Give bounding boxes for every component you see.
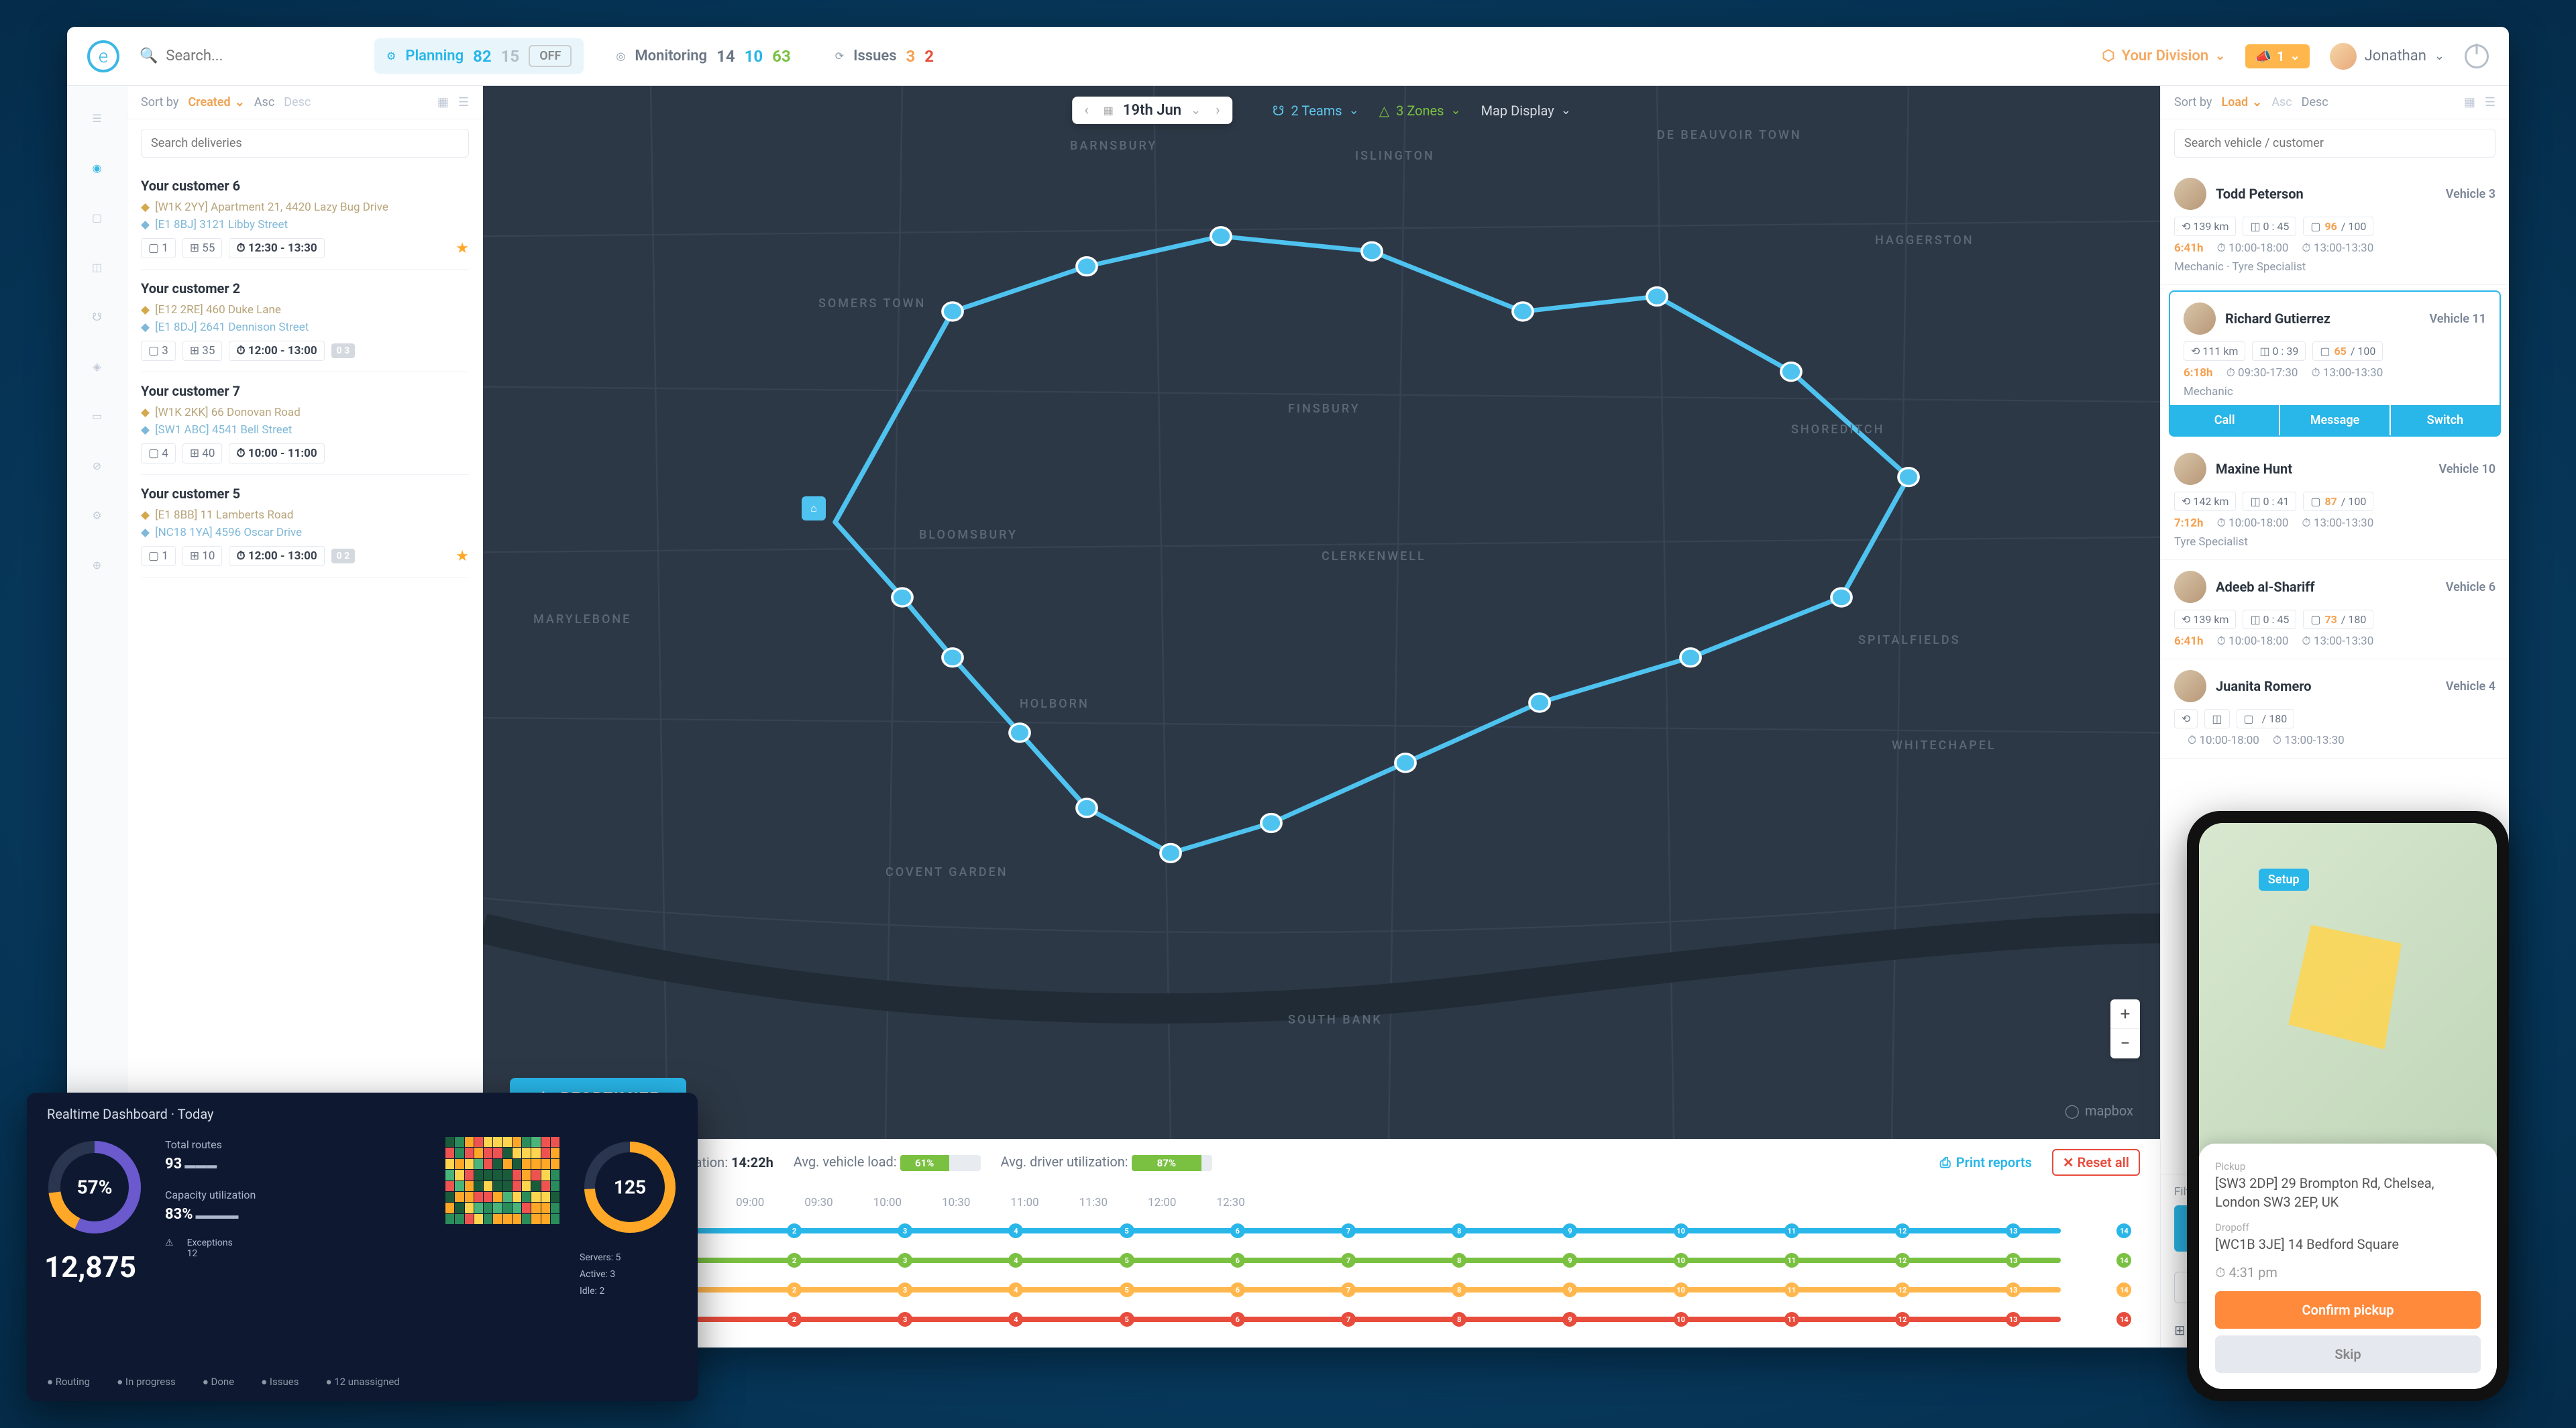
sort-asc[interactable]: Asc: [254, 95, 274, 109]
megaphone-icon: 📣: [2255, 48, 2271, 64]
calendar-icon[interactable]: ▦: [1104, 104, 1114, 117]
timeline-row[interactable]: 1234567891011121314: [503, 1305, 2140, 1334]
grid-icon[interactable]: ▦: [437, 95, 449, 109]
compass-icon[interactable]: ◉: [85, 156, 109, 180]
customer-card[interactable]: Your customer 2 ◆[E12 2RE] 460 Duke Lane…: [141, 270, 469, 372]
driver-card[interactable]: Todd PetersonVehicle 3 ⟲ 139 km◫ 0 : 45▢…: [2161, 167, 2509, 285]
map-canvas[interactable]: ⌂ BARNSBURY ISLINGTON DE BEAUVOIR TOWN H…: [483, 86, 2160, 1139]
zoom-out[interactable]: −: [2110, 1029, 2140, 1058]
left-panel-header: Sort by Created ⌄ Asc Desc ▦ ☰: [127, 86, 482, 119]
phone-setup-badge[interactable]: Setup: [2259, 869, 2309, 891]
search-input[interactable]: [166, 48, 327, 64]
globe-icon[interactable]: ⊕: [85, 553, 109, 577]
nav-issues[interactable]: ⟳ Issues 3 2: [823, 40, 946, 72]
stats-row: Total length: 421km Total duration: 14:2…: [483, 1139, 2160, 1185]
users-icon[interactable]: ☋: [85, 305, 109, 329]
zones-dropdown[interactable]: △3 Zones⌄: [1379, 103, 1461, 119]
sort-desc[interactable]: Desc: [284, 95, 311, 109]
date-navigator: ‹ ▦ 19th Jun ⌄ ›: [1072, 97, 1232, 124]
org-icon: ⬡: [2102, 48, 2114, 64]
driver-action-switch[interactable]: Switch: [2391, 405, 2500, 435]
timeline-row[interactable]: 50% 1234567891011121314: [503, 1216, 2140, 1246]
list-icon[interactable]: ☰: [458, 95, 469, 109]
power-icon[interactable]: [2465, 44, 2489, 68]
global-search[interactable]: 🔍: [140, 48, 354, 64]
route-icon: ⚙: [386, 50, 396, 62]
map-attribution: ◯ mapbox: [2065, 1103, 2133, 1119]
chevron-down-icon: ⌄: [2215, 49, 2225, 63]
zoom-controls: + −: [2110, 999, 2140, 1058]
delivery-search[interactable]: [141, 129, 469, 158]
list-icon[interactable]: ☰: [2485, 95, 2496, 109]
customer-card[interactable]: Your customer 7 ◆[W1K 2KK] 66 Donovan Ro…: [141, 372, 469, 475]
store-icon[interactable]: ▭: [85, 404, 109, 428]
driver-search-input[interactable]: [2184, 136, 2485, 150]
grid-icon[interactable]: ▦: [2464, 95, 2475, 109]
timeline: 07:3008:0008:3009:0009:3010:0010:3011:00…: [483, 1185, 2160, 1348]
sort-field-dropdown[interactable]: Load ⌄: [2221, 95, 2262, 109]
map-display-dropdown[interactable]: Map Display⌄: [1481, 103, 1571, 119]
driver-action-message[interactable]: Message: [2280, 405, 2389, 435]
donut-chart-2: 125: [580, 1137, 680, 1238]
driver-card[interactable]: Richard GutierrezVehicle 11 ⟲ 111 km◫ 0 …: [2169, 290, 2501, 437]
user-avatar: [2330, 43, 2357, 70]
next-day[interactable]: ›: [1210, 102, 1226, 119]
issues-icon: ⟳: [835, 50, 844, 62]
driver-action-call[interactable]: Call: [2170, 405, 2279, 435]
right-panel-header: Sort by Load ⌄ Asc Desc ▦ ☰: [2161, 86, 2509, 119]
driver-card[interactable]: Adeeb al-ShariffVehicle 6 ⟲ 139 km◫ 0 : …: [2161, 560, 2509, 659]
notification-badge[interactable]: 📣 1 ⌄: [2245, 44, 2309, 68]
nav-monitoring[interactable]: ◎ Monitoring 14 10 63: [604, 40, 802, 72]
topbar: e 🔍 ⚙ Planning 82 15 OFF ◎ Monitoring 14…: [67, 27, 2509, 86]
user-menu[interactable]: Jonathan ⌄: [2330, 43, 2445, 70]
map-icon[interactable]: ▢: [85, 205, 109, 229]
search-icon: 🔍: [140, 48, 158, 64]
teams-dropdown[interactable]: ☋2 Teams⌄: [1273, 103, 1359, 119]
division-selector[interactable]: ⬡ Your Division ⌄: [2102, 48, 2225, 64]
skip-button[interactable]: Skip: [2215, 1335, 2481, 1373]
delivery-search-input[interactable]: [151, 136, 459, 150]
zoom-in[interactable]: +: [2110, 999, 2140, 1029]
sort-field-dropdown[interactable]: Created ⌄: [188, 95, 244, 109]
gear-icon[interactable]: ⚙: [85, 503, 109, 527]
confirm-pickup-button[interactable]: Confirm pickup: [2215, 1291, 2481, 1329]
print-icon: ⎙: [1940, 1154, 1951, 1170]
phone-card: Pickup[SW3 2DP] 29 Brompton Rd, Chelsea,…: [2199, 1144, 2497, 1389]
customer-card[interactable]: Your customer 5 ◆[E1 8BB] 11 Lamberts Ro…: [141, 475, 469, 578]
customer-list: Your customer 6 ◆[W1K 2YY] Apartment 21,…: [127, 167, 482, 1172]
timeline-row[interactable]: 27% 1234567891011121314: [503, 1246, 2140, 1275]
driver-search[interactable]: [2174, 129, 2496, 158]
phone-screen: Setup Pickup[SW3 2DP] 29 Brompton Rd, Ch…: [2199, 823, 2497, 1389]
off-toggle[interactable]: OFF: [529, 45, 572, 67]
map-area: ‹ ▦ 19th Jun ⌄ › ☋2 Teams⌄ △3 Zones⌄ Map…: [483, 86, 2160, 1348]
print-reports[interactable]: ⎙Print reports: [1940, 1154, 2032, 1170]
timeline-row[interactable]: 2% 1234567891011121314: [503, 1275, 2140, 1305]
heatmap: [445, 1137, 559, 1224]
logo: e: [87, 40, 119, 72]
phone-overlay: Setup Pickup[SW3 2DP] 29 Brompton Rd, Ch…: [2187, 811, 2509, 1401]
link-icon[interactable]: ⊘: [85, 453, 109, 478]
monitor-icon: ◎: [616, 50, 625, 62]
driver-card[interactable]: Maxine HuntVehicle 10 ⟲ 142 km◫ 0 : 41▢ …: [2161, 442, 2509, 560]
depot-marker[interactable]: ⌂: [802, 496, 826, 520]
prev-day[interactable]: ‹: [1079, 102, 1094, 119]
map-toolbar: ‹ ▦ 19th Jun ⌄ › ☋2 Teams⌄ △3 Zones⌄ Map…: [1072, 97, 1571, 124]
donut-chart: 57%: [44, 1137, 145, 1238]
menu-icon[interactable]: ☰: [85, 106, 109, 130]
driver-card[interactable]: Juanita RomeroVehicle 4 ⟲ ◫ ▢ / 180 ⏱ 10…: [2161, 659, 2509, 759]
nav-planning[interactable]: ⚙ Planning 82 15 OFF: [374, 38, 584, 74]
chevron-down-icon: ⌄: [2434, 49, 2445, 63]
package-icon[interactable]: ◫: [85, 255, 109, 279]
customer-card[interactable]: Your customer 6 ◆[W1K 2YY] Apartment 21,…: [141, 167, 469, 270]
tag-icon[interactable]: ◈: [85, 354, 109, 378]
reset-all[interactable]: ✕ Reset all: [2052, 1149, 2140, 1176]
dashboard-overlay: Realtime Dashboard · Today 57% 12,875 To…: [27, 1093, 698, 1401]
